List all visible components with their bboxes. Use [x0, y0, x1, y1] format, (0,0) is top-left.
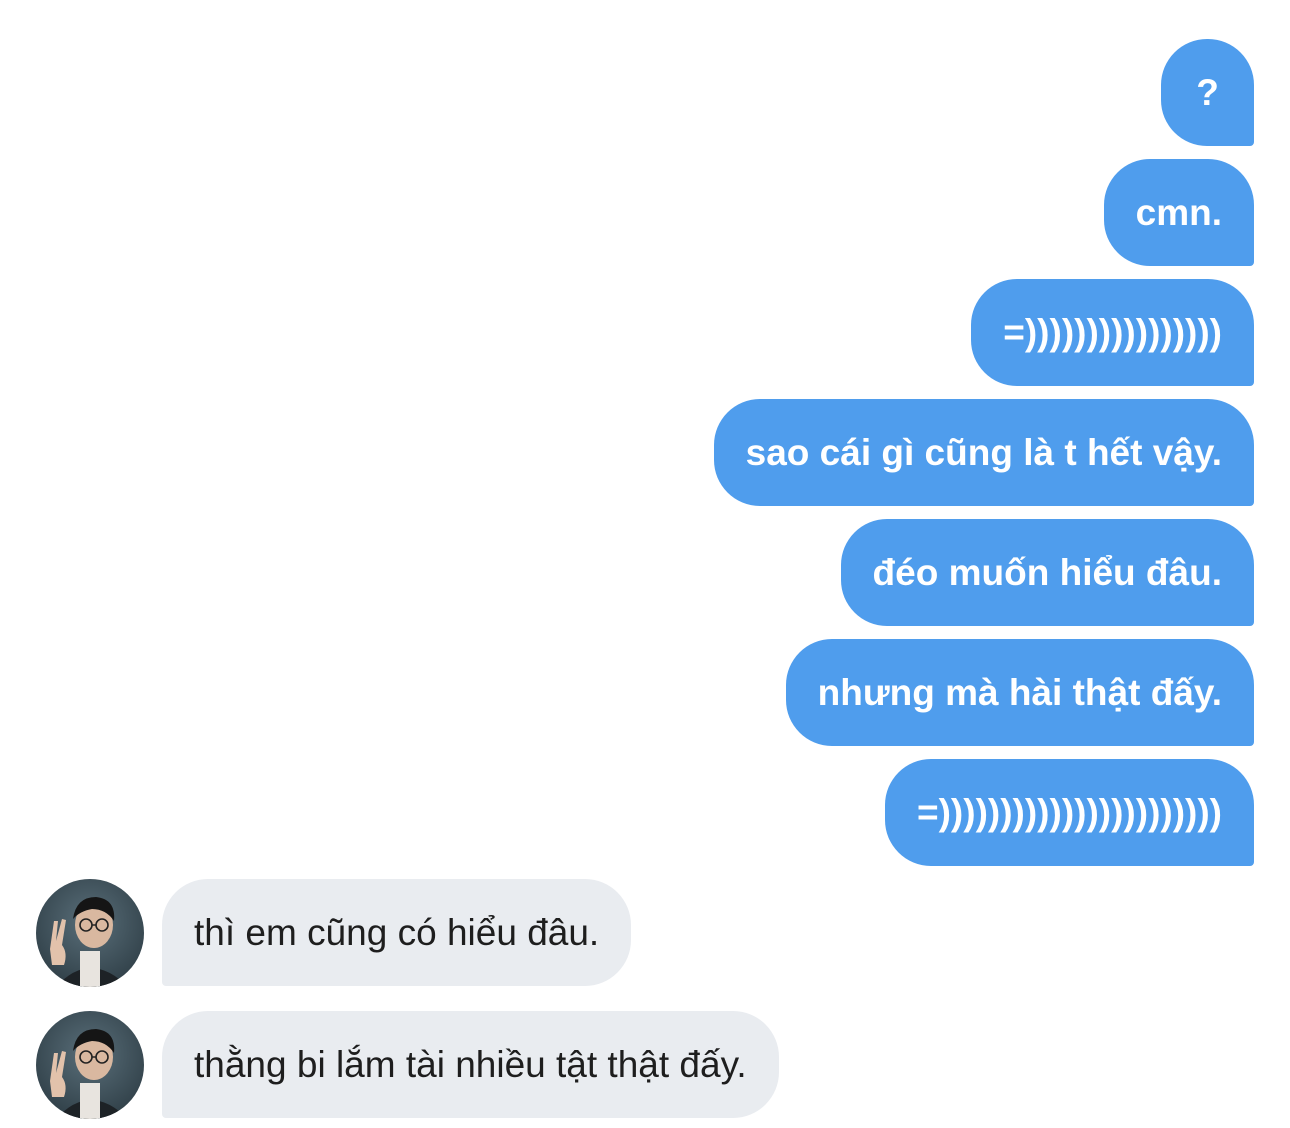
received-message-bubble[interactable]: thì em cũng có hiểu đâu. — [162, 879, 632, 986]
sent-message-bubble[interactable]: ? — [1161, 39, 1254, 146]
sent-message-bubble[interactable]: =)))))))))))))))) — [971, 279, 1254, 386]
received-message-bubble[interactable]: thằng bi lắm tài nhiều tật thật đấy. — [162, 1011, 779, 1118]
message-text: thì em cũng có hiểu đâu. — [194, 911, 600, 953]
message-text: nhưng mà hài thật đấy. — [817, 671, 1222, 713]
user-avatar-icon[interactable] — [36, 1011, 144, 1119]
sent-message-bubble[interactable]: cmn. — [1103, 159, 1254, 266]
message-text: ? — [1196, 71, 1219, 113]
sent-message-bubble[interactable]: =))))))))))))))))))))))) — [885, 759, 1254, 866]
message-text: thằng bi lắm tài nhiều tật thật đấy. — [194, 1043, 747, 1085]
sent-message-bubble[interactable]: sao cái gì cũng là t hết vậy. — [713, 399, 1254, 506]
message-text: =)))))))))))))))) — [1003, 311, 1222, 353]
user-avatar-icon[interactable] — [36, 879, 144, 987]
message-text: sao cái gì cũng là t hết vậy. — [745, 431, 1222, 473]
message-text: =))))))))))))))))))))))) — [917, 791, 1222, 833]
sent-message-bubble[interactable]: nhưng mà hài thật đấy. — [785, 639, 1254, 746]
message-text: đéo muốn hiểu đâu. — [872, 551, 1222, 593]
sent-message-bubble[interactable]: đéo muốn hiểu đâu. — [840, 519, 1254, 626]
message-text: cmn. — [1135, 191, 1222, 233]
